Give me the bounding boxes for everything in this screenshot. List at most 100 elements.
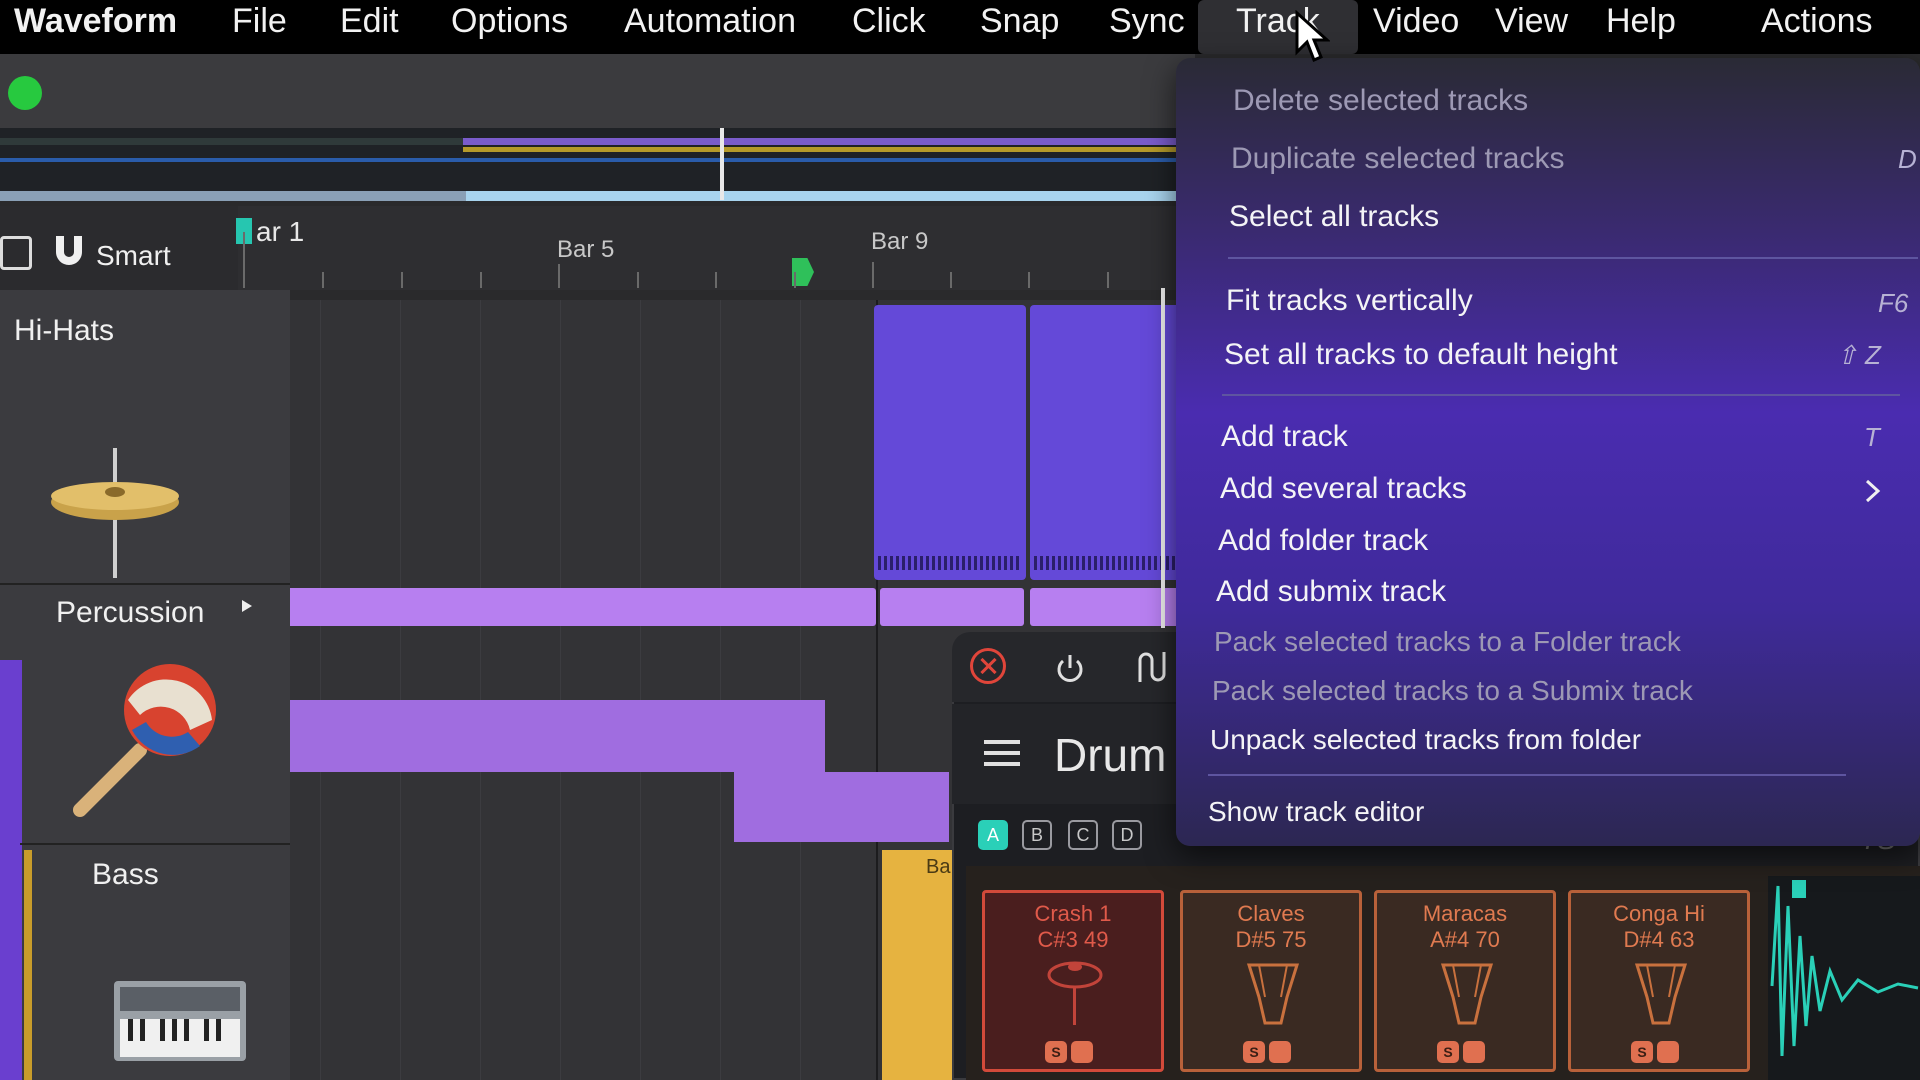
- drum-pad[interactable]: Maracas A#4 70 S: [1374, 890, 1556, 1072]
- menu-item-add-folder[interactable]: Add folder track: [1218, 524, 1428, 558]
- percussion-notes[interactable]: [734, 772, 949, 842]
- track-name-percussion[interactable]: Percussion: [56, 596, 204, 630]
- menu-help[interactable]: Help: [1606, 0, 1676, 54]
- pad-solo-button[interactable]: S: [1243, 1041, 1265, 1063]
- plugin-title: Drum: [1054, 729, 1167, 781]
- menu-item-add-submix[interactable]: Add submix track: [1216, 575, 1446, 609]
- ruler-tick: [872, 262, 874, 288]
- overview-playhead[interactable]: [720, 128, 724, 200]
- drum-icon: [1440, 963, 1494, 1025]
- overview-yellow-lane: [463, 147, 1195, 152]
- edit-mode-label[interactable]: Smart: [96, 240, 171, 272]
- menu-snap[interactable]: Snap: [980, 0, 1059, 54]
- percussion-notes[interactable]: [290, 700, 825, 772]
- menu-automation[interactable]: Automation: [624, 0, 796, 54]
- track-name-bass[interactable]: Bass: [92, 858, 159, 892]
- overview-blue-lane: [0, 158, 1195, 162]
- drum-pad[interactable]: Conga Hi D#4 63 S: [1568, 890, 1750, 1072]
- menu-sync[interactable]: Sync: [1109, 0, 1185, 54]
- menu-track[interactable]: Track: [1198, 0, 1358, 54]
- bank-b-button[interactable]: B: [1022, 820, 1052, 850]
- menu-click[interactable]: Click: [852, 0, 926, 54]
- bass-clip[interactable]: Ba: [882, 850, 952, 1080]
- bass-clip-label: Ba: [926, 856, 951, 878]
- ruler-tick: [794, 272, 796, 288]
- menu-item-duplicate-selected[interactable]: Duplicate selected tracks: [1231, 142, 1565, 176]
- grid-line: [560, 300, 561, 1080]
- green-status-icon[interactable]: [8, 76, 42, 110]
- ruler-tick: [322, 272, 324, 288]
- grid-line: [640, 300, 641, 1080]
- ruler-tick: [401, 272, 403, 288]
- track-name-hihats[interactable]: Hi-Hats: [14, 314, 114, 348]
- shortcut-duplicate: D: [1898, 144, 1917, 174]
- hihat-clip[interactable]: [1030, 305, 1180, 580]
- pad-mute-button[interactable]: [1657, 1041, 1679, 1063]
- ruler-tick: [1107, 272, 1109, 288]
- menu-item-pack-submix[interactable]: Pack selected tracks to a Submix track: [1212, 675, 1693, 707]
- pad-solo-button[interactable]: S: [1631, 1041, 1653, 1063]
- pad-note: A#4 70: [1430, 927, 1500, 952]
- menu-video[interactable]: Video: [1373, 0, 1459, 54]
- pad-name: Maracas: [1422, 901, 1508, 926]
- pad-name: Claves: [1237, 901, 1305, 926]
- playhead[interactable]: [1161, 288, 1165, 628]
- pad-note: C#3 49: [1037, 927, 1109, 952]
- percussion-clip[interactable]: [880, 588, 1024, 626]
- menu-item-delete-selected[interactable]: Delete selected tracks: [1233, 84, 1528, 118]
- menu-item-fit-vertically[interactable]: Fit tracks vertically: [1226, 284, 1473, 318]
- pad-solo-button[interactable]: S: [1437, 1041, 1459, 1063]
- bank-c-button[interactable]: C: [1068, 820, 1098, 850]
- routing-icon[interactable]: [1134, 648, 1170, 686]
- pad-solo-button[interactable]: S: [1045, 1041, 1067, 1063]
- drum-pad[interactable]: Claves D#5 75 S: [1180, 890, 1362, 1072]
- ruler-tick: [715, 272, 717, 288]
- bank-a-button[interactable]: A: [978, 820, 1008, 850]
- ruler-tick: [558, 264, 560, 288]
- menu-item-add-several[interactable]: Add several tracks: [1220, 472, 1467, 506]
- expand-arrow-icon[interactable]: [240, 598, 254, 614]
- menu-item-unpack[interactable]: Unpack selected tracks from folder: [1210, 724, 1641, 756]
- waveform-preview: [1768, 876, 1920, 1080]
- menu-edit[interactable]: Edit: [340, 0, 399, 54]
- menu-item-pack-folder[interactable]: Pack selected tracks to a Folder track: [1214, 626, 1681, 658]
- ruler-tick: [637, 272, 639, 288]
- cursor-icon: [1295, 10, 1330, 62]
- pad-note: D#5 75: [1235, 927, 1307, 952]
- percussion-clip[interactable]: [280, 588, 876, 626]
- ruler-bar-9: Bar 9: [871, 228, 929, 255]
- grid-line: [320, 300, 321, 1080]
- menu-separator: [1228, 257, 1918, 259]
- menu-item-select-all[interactable]: Select all tracks: [1229, 200, 1439, 234]
- ruler-tick: [480, 272, 482, 288]
- grid-line: [720, 300, 721, 1080]
- pad-mute-button[interactable]: [1463, 1041, 1485, 1063]
- close-icon[interactable]: [970, 648, 1006, 684]
- ruler-tick: [243, 232, 245, 288]
- track-divider: [0, 583, 290, 585]
- hamburger-icon[interactable]: [984, 738, 1020, 768]
- hihat-clip[interactable]: [874, 305, 1026, 580]
- snap-toggle[interactable]: [0, 236, 32, 270]
- drum-pad[interactable]: Crash 1 C#3 49 S: [982, 890, 1164, 1072]
- waveform-graphic: [1770, 880, 1919, 1057]
- pad-mute-button[interactable]: [1269, 1041, 1291, 1063]
- menu-item-show-editor[interactable]: Show track editor: [1208, 796, 1424, 828]
- bank-d-button[interactable]: D: [1112, 820, 1142, 850]
- menu-item-default-height[interactable]: Set all tracks to default height: [1224, 338, 1618, 372]
- menu-item-add-track[interactable]: Add track: [1221, 420, 1348, 454]
- daw-window: Waveform File Edit Options Automation Cl…: [0, 0, 1920, 1080]
- pad-name: Crash 1: [1034, 901, 1112, 926]
- overview-scroll-thumb[interactable]: [466, 191, 1195, 201]
- menu-bar: Waveform File Edit Options Automation Cl…: [0, 0, 1920, 54]
- magnet-icon[interactable]: [50, 232, 88, 270]
- power-icon[interactable]: [1054, 652, 1086, 684]
- menu-actions[interactable]: Actions: [1761, 0, 1873, 54]
- menu-options[interactable]: Options: [451, 0, 568, 54]
- menu-file[interactable]: File: [232, 0, 287, 54]
- menu-app[interactable]: Waveform: [14, 0, 177, 54]
- pad-mute-button[interactable]: [1071, 1041, 1093, 1063]
- percussion-clip[interactable]: [1030, 588, 1180, 626]
- pad-note: D#4 63: [1623, 927, 1695, 952]
- menu-view[interactable]: View: [1495, 0, 1568, 54]
